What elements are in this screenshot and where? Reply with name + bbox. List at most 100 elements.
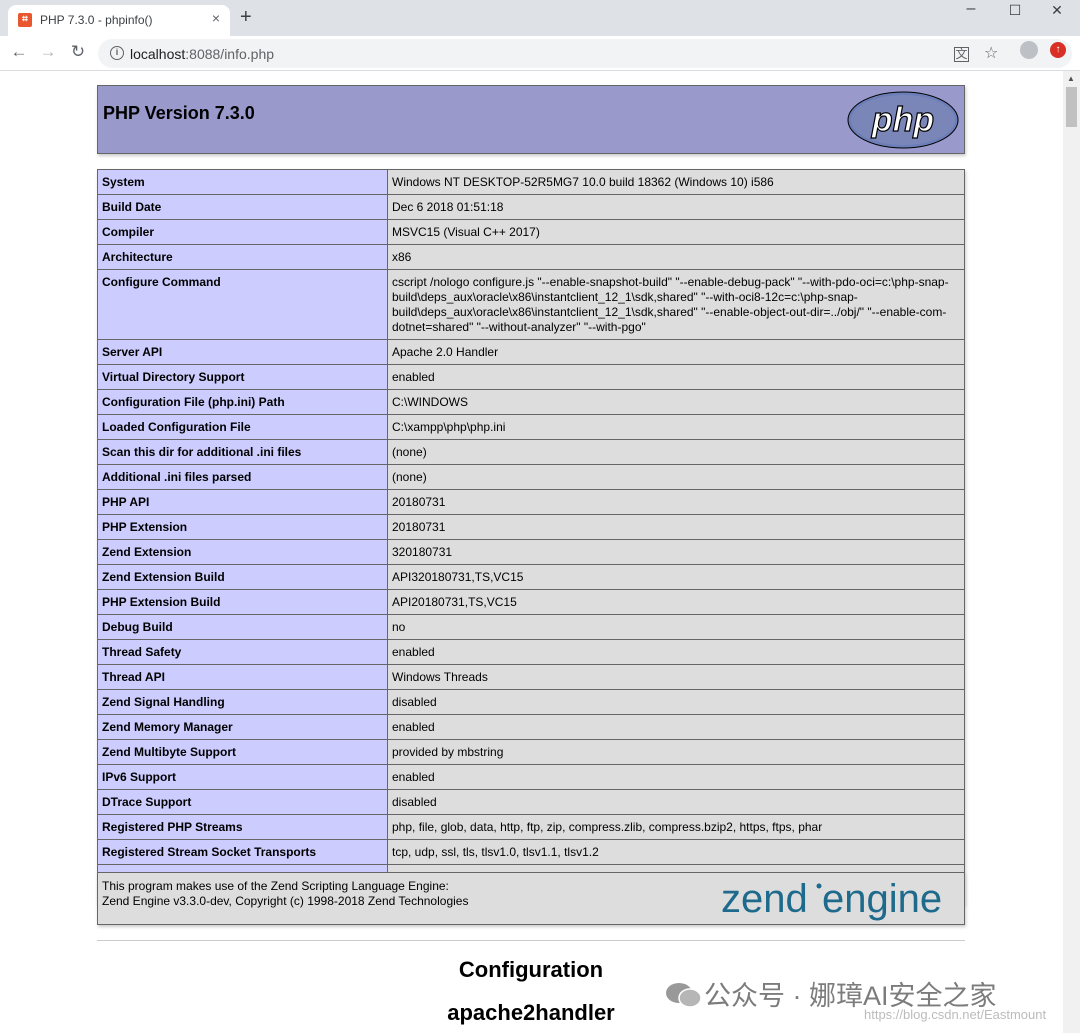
reload-button[interactable]: ↻ xyxy=(67,42,89,62)
site-info-icon[interactable]: i xyxy=(110,46,124,60)
vertical-scrollbar[interactable]: ▲ xyxy=(1063,71,1080,1033)
row-key: Architecture xyxy=(97,244,388,270)
row-value: C:\xampp\php\php.ini xyxy=(387,414,965,440)
row-key: Compiler xyxy=(97,219,388,245)
zend-line-1: This program makes use of the Zend Scrip… xyxy=(102,879,449,893)
table-row: Virtual Directory Support enabled xyxy=(97,364,965,390)
table-row: Configuration File (php.ini) Path C:\WIND… xyxy=(97,389,965,415)
row-value: API320180731,TS,VC15 xyxy=(387,564,965,590)
bookmark-star-icon[interactable]: ☆ xyxy=(984,43,998,63)
tab-title: PHP 7.3.0 - phpinfo() xyxy=(40,13,153,27)
table-row: Build Date Dec 6 2018 01:51:18 xyxy=(97,194,965,220)
row-key: Additional .ini files parsed xyxy=(97,464,388,490)
row-key: DTrace Support xyxy=(97,789,388,815)
table-row: Zend Signal Handling disabled xyxy=(97,689,965,715)
row-value: MSVC15 (Visual C++ 2017) xyxy=(387,219,965,245)
table-row: DTrace Support disabled xyxy=(97,789,965,815)
profile-avatar-icon[interactable] xyxy=(1020,41,1038,59)
row-value: tcp, udp, ssl, tls, tlsv1.0, tlsv1.1, tl… xyxy=(387,839,965,865)
row-key: Zend Memory Manager xyxy=(97,714,388,740)
zend-description: This program makes use of the Zend Scrip… xyxy=(102,879,468,909)
row-key: Registered PHP Streams xyxy=(97,814,388,840)
row-value: Windows Threads xyxy=(387,664,965,690)
page-viewport: PHP Version 7.3.0 php System Windows NT D… xyxy=(0,71,1063,1033)
zend-logo-word: zend xyxy=(721,877,808,921)
watermark-url: https://blog.csdn.net/Eastmount xyxy=(864,1007,1047,1022)
row-value: (none) xyxy=(387,464,965,490)
row-value: C:\WINDOWS xyxy=(387,389,965,415)
table-row: Zend Memory Manager enabled xyxy=(97,714,965,740)
row-value: enabled xyxy=(387,764,965,790)
update-icon[interactable]: ↑ xyxy=(1050,42,1066,58)
row-value: 20180731 xyxy=(387,514,965,540)
table-row: Server API Apache 2.0 Handler xyxy=(97,339,965,365)
row-value: Apache 2.0 Handler xyxy=(387,339,965,365)
page-title: PHP Version 7.3.0 xyxy=(103,103,255,123)
back-button[interactable]: ← xyxy=(8,42,30,62)
table-row: Architecture x86 xyxy=(97,244,965,270)
info-table: System Windows NT DESKTOP-52R5MG7 10.0 bu… xyxy=(97,169,965,905)
php-logo-icon: php xyxy=(847,91,959,149)
row-value: enabled xyxy=(387,364,965,390)
url-text[interactable]: localhost:8088/info.php xyxy=(130,46,274,62)
browser-titlebar: ⌗ PHP 7.3.0 - phpinfo() × + – ☐ ✕ xyxy=(0,0,1080,36)
table-row: Zend Extension 320180731 xyxy=(97,539,965,565)
row-key: Scan this dir for additional .ini files xyxy=(97,439,388,465)
php-favicon-icon: ⌗ xyxy=(18,13,32,27)
row-value: disabled xyxy=(387,689,965,715)
row-key: Zend Signal Handling xyxy=(97,689,388,715)
table-row: Thread Safety enabled xyxy=(97,639,965,665)
table-row: Zend Extension Build API320180731,TS,VC15 xyxy=(97,564,965,590)
row-value: Dec 6 2018 01:51:18 xyxy=(387,194,965,220)
row-value: x86 xyxy=(387,244,965,270)
engine-logo-word: engine xyxy=(822,877,942,921)
close-window-button[interactable]: ✕ xyxy=(1037,2,1077,19)
minimize-button[interactable]: – xyxy=(951,0,991,18)
row-value: no xyxy=(387,614,965,640)
browser-tab[interactable]: ⌗ PHP 7.3.0 - phpinfo() × xyxy=(8,5,230,36)
row-key: Thread Safety xyxy=(97,639,388,665)
row-key: Virtual Directory Support xyxy=(97,364,388,390)
row-key: Loaded Configuration File xyxy=(97,414,388,440)
row-key: IPv6 Support xyxy=(97,764,388,790)
row-value: API20180731,TS,VC15 xyxy=(387,589,965,615)
table-row: PHP Extension Build API20180731,TS,VC15 xyxy=(97,589,965,615)
url-host: localhost xyxy=(130,46,186,62)
row-key: PHP Extension Build xyxy=(97,589,388,615)
table-row: PHP Extension 20180731 xyxy=(97,514,965,540)
table-row: IPv6 Support enabled xyxy=(97,764,965,790)
row-value: provided by mbstring xyxy=(387,739,965,765)
row-key: Debug Build xyxy=(97,614,388,640)
tab-close-icon[interactable]: × xyxy=(212,10,220,26)
forward-button[interactable]: → xyxy=(37,42,59,62)
row-key: Zend Extension Build xyxy=(97,564,388,590)
table-row: Configure Command cscript /nologo configu… xyxy=(97,269,965,340)
table-row: System Windows NT DESKTOP-52R5MG7 10.0 bu… xyxy=(97,169,965,195)
address-bar[interactable]: i localhost:8088/info.php 文 ☆ xyxy=(98,39,1072,68)
row-value: disabled xyxy=(387,789,965,815)
php-logo-text: php xyxy=(871,101,934,139)
row-value: enabled xyxy=(387,639,965,665)
url-path: :8088/info.php xyxy=(185,46,275,62)
row-value: cscript /nologo configure.js "--enable-s… xyxy=(387,269,965,340)
table-row: Thread API Windows Threads xyxy=(97,664,965,690)
table-row: Compiler MSVC15 (Visual C++ 2017) xyxy=(97,219,965,245)
wechat-icon xyxy=(666,983,702,1008)
scrollbar-thumb[interactable] xyxy=(1066,87,1077,127)
maximize-button[interactable]: ☐ xyxy=(995,2,1035,19)
new-tab-button[interactable]: + xyxy=(240,7,252,27)
row-key: Server API xyxy=(97,339,388,365)
table-row: Scan this dir for additional .ini files(… xyxy=(97,439,965,465)
row-value: 320180731 xyxy=(387,539,965,565)
row-key: Configure Command xyxy=(97,269,388,340)
row-value: Windows NT DESKTOP-52R5MG7 10.0 build 18… xyxy=(387,169,965,195)
row-key: Build Date xyxy=(97,194,388,220)
table-row: Debug Build no xyxy=(97,614,965,640)
row-key: Thread API xyxy=(97,664,388,690)
divider xyxy=(97,940,965,941)
scroll-up-arrow-icon[interactable]: ▲ xyxy=(1067,74,1075,83)
browser-toolbar: ← → ↻ i localhost:8088/info.php 文 ☆ ↑ xyxy=(0,36,1080,71)
translate-icon[interactable]: 文 xyxy=(954,47,969,62)
row-key: Configuration File (php.ini) Path xyxy=(97,389,388,415)
row-value: php, file, glob, data, http, ftp, zip, c… xyxy=(387,814,965,840)
